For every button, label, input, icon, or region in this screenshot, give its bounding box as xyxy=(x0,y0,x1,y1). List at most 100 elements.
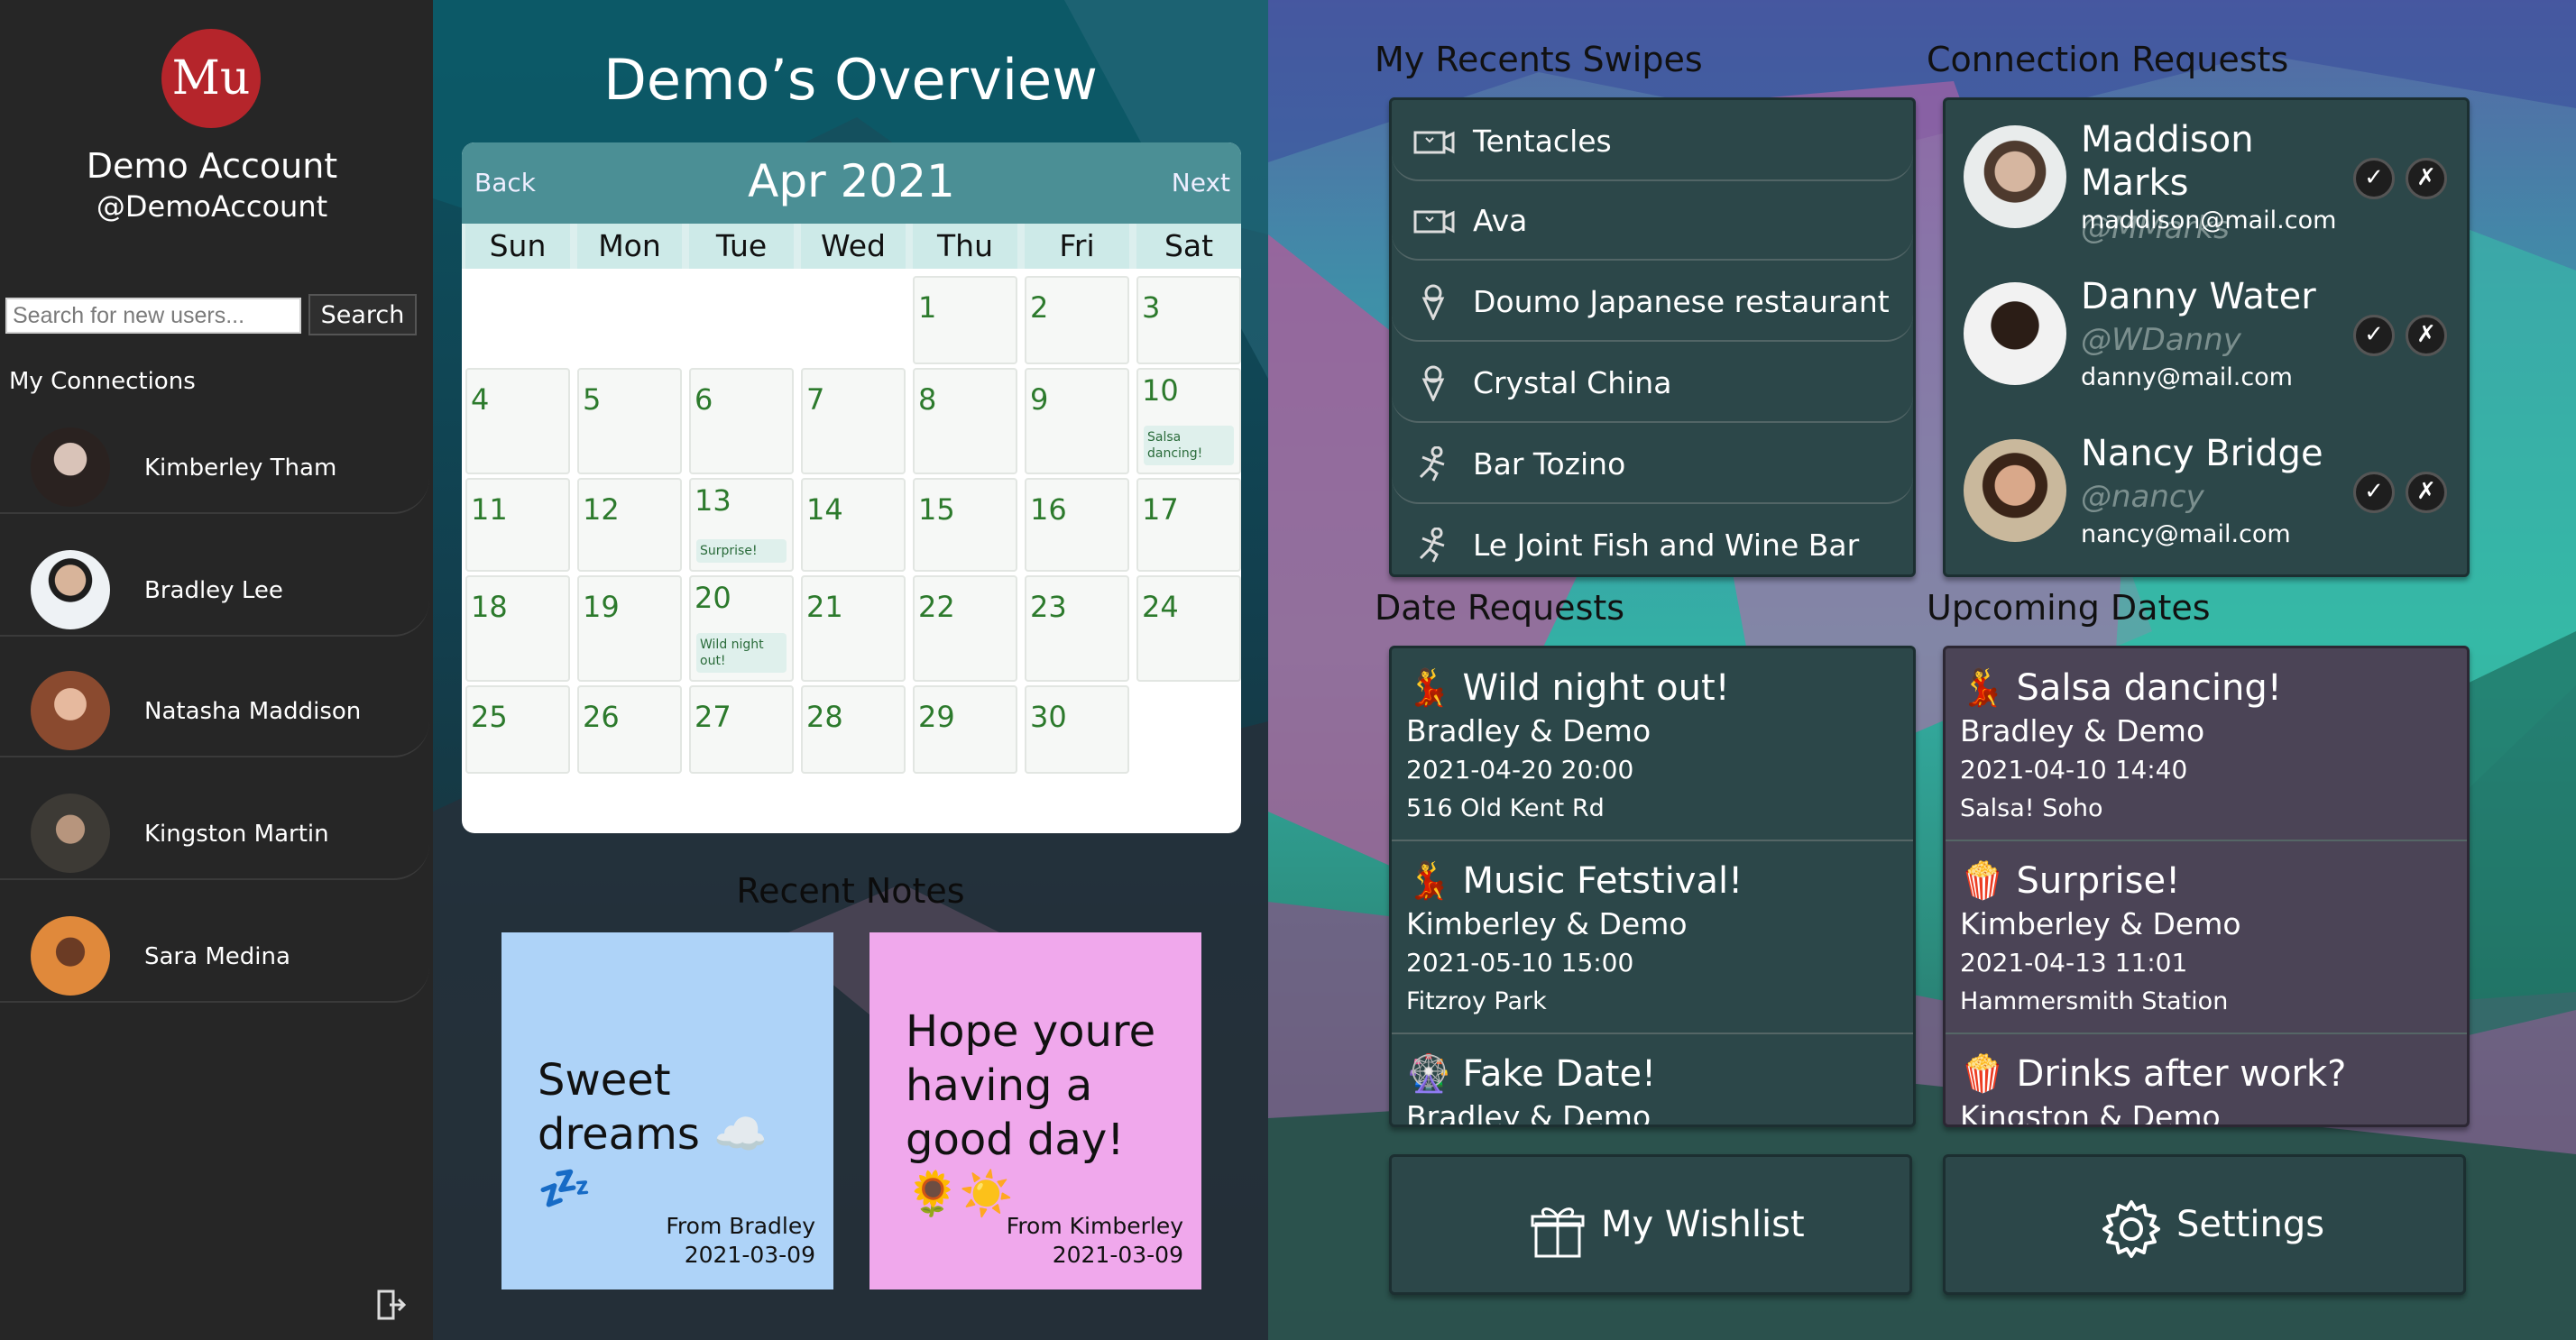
search-input[interactable] xyxy=(5,298,301,334)
calendar-day-number: 26 xyxy=(583,700,620,734)
calendar-day-number: 5 xyxy=(583,382,602,417)
calendar-day-cell[interactable]: 17 xyxy=(1136,478,1241,572)
calendar-day-number: 28 xyxy=(806,700,843,734)
logo-text: Mu xyxy=(171,51,251,106)
calendar-day-cell[interactable]: 26 xyxy=(577,685,682,774)
calendar-day-cell[interactable]: 22 xyxy=(913,575,1017,682)
date-request-item[interactable]: 💃 Wild night out! Bradley & Demo 2021-04… xyxy=(1392,648,1913,841)
accept-button[interactable]: ✓ xyxy=(2353,158,2395,199)
dancer-icon: 💃 xyxy=(1960,667,2005,709)
search-button[interactable]: Search xyxy=(308,294,417,335)
calendar-day-cell[interactable]: 30 xyxy=(1025,685,1129,774)
swipe-item[interactable]: Crystal China xyxy=(1392,342,1913,423)
date-title-text: Fake Date! xyxy=(1462,1053,1657,1095)
gear-icon xyxy=(2102,1200,2160,1258)
dancer-icon xyxy=(1419,446,1445,482)
calendar-day-cell[interactable]: 14 xyxy=(801,478,906,572)
upcoming-date-item[interactable]: 🍿 Surprise! Kimberley & Demo 2021-04-13 … xyxy=(1946,841,2467,1034)
calendar-day-cell[interactable]: 1 xyxy=(913,276,1017,364)
date-request-item[interactable]: 🎡 Fake Date! Bradley & Demo xyxy=(1392,1034,1913,1124)
calendar-day-cell[interactable]: 28 xyxy=(801,685,906,774)
swipe-item[interactable]: Le Joint Fish and Wine Bar xyxy=(1392,504,1913,574)
date-title: 💃 Music Fetstival! xyxy=(1406,859,1743,902)
calendar-day-cell[interactable]: 4 xyxy=(465,368,570,474)
calendar-day-cell[interactable]: 13 Surprise! xyxy=(689,478,794,572)
connection-item[interactable]: Kimberley Tham xyxy=(0,391,429,514)
calendar-day-number: 16 xyxy=(1030,492,1067,527)
date-title-text: Drinks after work? xyxy=(2016,1053,2347,1095)
upcoming-date-item[interactable]: 🍿 Drinks after work? Kingston & Demo xyxy=(1946,1034,2467,1124)
date-time: 2021-04-13 11:01 xyxy=(1960,948,2188,977)
connection-requests-title: Connection Requests xyxy=(1927,40,2289,79)
decline-button[interactable]: ✗ xyxy=(2406,158,2447,199)
calendar-day-cell[interactable]: 15 xyxy=(913,478,1017,572)
calendar-day-cell[interactable]: 21 xyxy=(801,575,906,682)
calendar-day-number: 22 xyxy=(918,590,955,624)
swipe-item[interactable]: Doumo Japanese restaurant xyxy=(1392,261,1913,342)
swipe-item[interactable]: Tentacles xyxy=(1392,100,1913,181)
date-title-text: Wild night out! xyxy=(1462,667,1730,709)
logout-icon[interactable] xyxy=(377,1290,406,1320)
calendar-day-number: 1 xyxy=(918,290,937,325)
connection-request-item: Nancy Bridge @nancy nancy@mail.com ✓ ✗ xyxy=(1946,414,2467,571)
calendar-day-cell[interactable]: 27 xyxy=(689,685,794,774)
settings-button[interactable]: Settings xyxy=(1943,1154,2466,1295)
connection-item[interactable]: Sara Medina xyxy=(0,880,429,1003)
calendar-day-cell[interactable]: 9 xyxy=(1025,368,1129,474)
movie-ticket-icon xyxy=(1413,210,1455,234)
calendar-day-cell[interactable]: 18 xyxy=(465,575,570,682)
calendar-day-name: Mon xyxy=(577,224,682,269)
date-title-text: Surprise! xyxy=(2016,860,2181,902)
swipe-item[interactable]: Bar Tozino xyxy=(1392,423,1913,504)
decline-button[interactable]: ✗ xyxy=(2406,315,2447,356)
swipe-item[interactable]: Ava xyxy=(1392,179,1913,261)
calendar-event[interactable]: Surprise! xyxy=(696,539,787,563)
dancer-icon xyxy=(1419,528,1445,563)
calendar-day-number: 3 xyxy=(1142,290,1161,325)
calendar-day-number: 29 xyxy=(918,700,955,734)
connection-item[interactable]: Natasha Maddison xyxy=(0,635,429,757)
calendar-event[interactable]: Salsa dancing! xyxy=(1144,426,1234,465)
calendar-day-cell[interactable]: 5 xyxy=(577,368,682,474)
calendar-day-number: 12 xyxy=(583,492,620,527)
connection-item[interactable]: Kingston Martin xyxy=(0,757,429,880)
calendar-back-button[interactable]: Back xyxy=(474,168,536,197)
accept-button[interactable]: ✓ xyxy=(2353,315,2395,356)
calendar-event[interactable]: Wild night out! xyxy=(696,633,787,673)
calendar-day-cell[interactable]: 3 xyxy=(1136,276,1241,364)
note-card[interactable]: Hope youre having a good day! 🌻☀️ From K… xyxy=(869,932,1201,1290)
calendar-day-cell[interactable]: 29 xyxy=(913,685,1017,774)
calendar-day-cell[interactable]: 11 xyxy=(465,478,570,572)
calendar-day-cell[interactable]: 2 xyxy=(1025,276,1129,364)
calendar-day-cell[interactable]: 7 xyxy=(801,368,906,474)
dancer-icon: 💃 xyxy=(1406,667,1451,709)
calendar-day-cell[interactable]: 16 xyxy=(1025,478,1129,572)
note-card[interactable]: Sweet dreams ☁️💤 From Bradley 2021-03-09 xyxy=(501,932,833,1290)
date-title: 🍿 Drinks after work? xyxy=(1960,1052,2346,1095)
upcoming-date-item[interactable]: 💃 Salsa dancing! Bradley & Demo 2021-04-… xyxy=(1946,648,2467,841)
calendar-day-cell[interactable]: 19 xyxy=(577,575,682,682)
calendar-next-button[interactable]: Next xyxy=(1172,168,1230,197)
calendar-day-cell[interactable]: 23 xyxy=(1025,575,1129,682)
app-logo[interactable]: Mu xyxy=(161,29,261,128)
calendar-day-cell[interactable]: 6 xyxy=(689,368,794,474)
calendar-day-cell[interactable]: 20 Wild night out! xyxy=(689,575,794,682)
note-date: 2021-03-09 xyxy=(1052,1242,1183,1268)
date-request-item[interactable]: 💃 Music Fetstival! Kimberley & Demo 2021… xyxy=(1392,841,1913,1034)
calendar-day-cell[interactable]: 25 xyxy=(465,685,570,774)
decline-button[interactable]: ✗ xyxy=(2406,472,2447,513)
calendar-day-cell[interactable]: 12 xyxy=(577,478,682,572)
calendar-day-cell[interactable]: 10 Salsa dancing! xyxy=(1136,368,1241,474)
calendar-header: Back Apr 2021 Next xyxy=(462,142,1241,224)
avatar xyxy=(31,671,110,750)
popcorn-icon: 🍿 xyxy=(1960,860,2005,902)
calendar-day-cell[interactable]: 8 xyxy=(913,368,1017,474)
accept-button[interactable]: ✓ xyxy=(2353,472,2395,513)
connection-item[interactable]: Bradley Lee xyxy=(0,514,429,637)
calendar-day-number: 15 xyxy=(918,492,955,527)
date-title: 🍿 Surprise! xyxy=(1960,859,2180,902)
calendar-day-cell[interactable]: 24 xyxy=(1136,575,1241,682)
note-text: Hope youre having a good day! 🌻☀️ xyxy=(906,1006,1156,1219)
wishlist-button[interactable]: My Wishlist xyxy=(1389,1154,1912,1295)
request-fullname: Nancy Bridge xyxy=(2081,433,2323,474)
